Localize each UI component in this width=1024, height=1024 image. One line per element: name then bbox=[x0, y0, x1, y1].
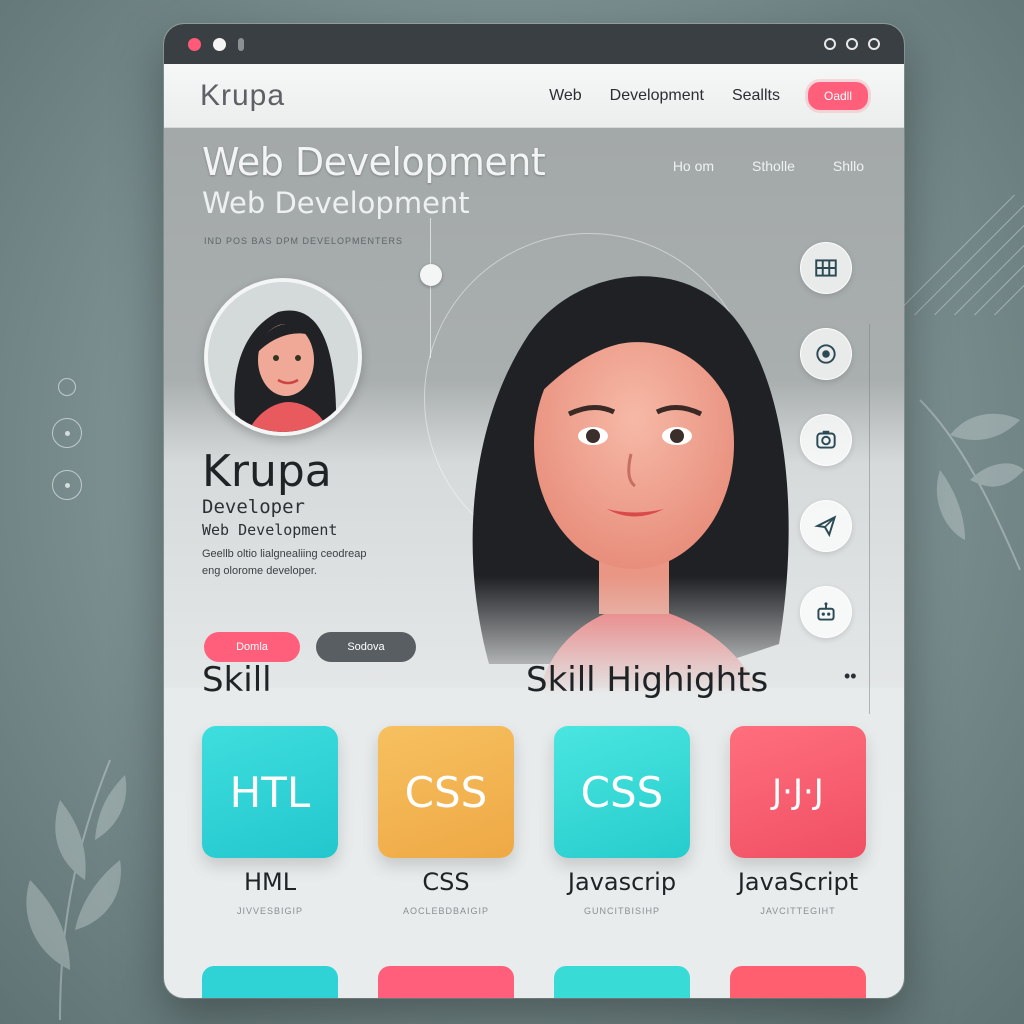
primary-button[interactable]: Domla bbox=[204, 632, 300, 662]
brand-logo[interactable]: Krupa bbox=[200, 79, 549, 113]
background-dots bbox=[52, 378, 82, 500]
skill-card-tile[interactable]: J·J·J bbox=[730, 726, 866, 858]
skill-card-label: CSS bbox=[422, 868, 470, 896]
top-navbar: Krupa Web Development Seallts Oadll bbox=[164, 64, 904, 128]
dot-decoration bbox=[52, 470, 82, 500]
title-bar bbox=[164, 24, 904, 64]
sublink-skills[interactable]: Stholle bbox=[752, 158, 795, 174]
profile-description: Geellb oltio lialgnealiing ceodreap eng … bbox=[202, 548, 367, 577]
hero-section: Web Development Web Development IND POS … bbox=[164, 128, 904, 714]
hero-subtitle: Web Development bbox=[202, 186, 470, 220]
skill-card-subtext: JAVCITTEGIHT bbox=[760, 906, 836, 916]
maximize-window-button[interactable] bbox=[238, 37, 244, 51]
nav-link-web[interactable]: Web bbox=[549, 87, 582, 105]
side-divider bbox=[869, 324, 870, 714]
skill-card-css: CSS CSS AOCLEBDBAIGIP bbox=[378, 726, 514, 916]
circle-control-icon[interactable] bbox=[868, 38, 880, 50]
skill-card-partial[interactable] bbox=[378, 966, 514, 998]
window-lights bbox=[188, 37, 244, 51]
circle-control-icon[interactable] bbox=[824, 38, 836, 50]
skill-card-tile[interactable]: CSS bbox=[378, 726, 514, 858]
send-icon[interactable] bbox=[800, 500, 852, 552]
sublink-shop[interactable]: Shllo bbox=[833, 158, 864, 174]
skill-card-subtext: JIVVESBIGIP bbox=[236, 906, 304, 916]
dot-decoration bbox=[52, 418, 82, 448]
hero-dot-decoration bbox=[420, 264, 442, 286]
skill-card-subtext: AOCLEBDBAIGIP bbox=[402, 906, 490, 916]
side-icon-bar bbox=[800, 242, 852, 638]
browser-window: Krupa Web Development Seallts Oadll Web … bbox=[164, 24, 904, 998]
grid-icon[interactable] bbox=[800, 242, 852, 294]
hero-title: Web Development bbox=[202, 140, 546, 184]
profile-role: Developer bbox=[202, 496, 305, 518]
secondary-button[interactable]: Sodova bbox=[316, 632, 416, 662]
close-window-button[interactable] bbox=[188, 37, 201, 51]
skill-card-partial[interactable] bbox=[202, 966, 338, 998]
sublink-home[interactable]: Ho om bbox=[673, 158, 714, 174]
skills-title: Skill Highights bbox=[526, 660, 769, 700]
leaf-decoration-left bbox=[26, 759, 127, 1020]
nav-link-development[interactable]: Development bbox=[610, 87, 704, 105]
skill-card-javascript: J·J·J JavaScript JAVCITTEGIHT bbox=[730, 726, 866, 916]
skill-card-label: HML bbox=[243, 868, 297, 896]
robot-icon[interactable] bbox=[800, 586, 852, 638]
skills-more-icon[interactable]: •• bbox=[844, 666, 857, 687]
profile-field: Web Development bbox=[202, 521, 338, 539]
skill-card-label: JavaScript bbox=[737, 868, 859, 896]
nav-link-skills[interactable]: Seallts bbox=[732, 87, 780, 105]
circle-control-icon[interactable] bbox=[846, 38, 858, 50]
portrait-illustration bbox=[472, 276, 789, 694]
skill-card-css-2: CSS Javascrip GUNCITBISIHP bbox=[554, 726, 690, 916]
nav-cta-button[interactable]: Oadll bbox=[807, 81, 868, 110]
diagonal-lines-decoration bbox=[904, 195, 1024, 315]
avatar[interactable] bbox=[204, 278, 362, 436]
avatar-image bbox=[208, 282, 358, 432]
record-icon[interactable] bbox=[800, 328, 852, 380]
profile-name: Krupa bbox=[202, 446, 332, 497]
hero-small-text: IND POS BAS DPM DEVELOPMENTERS bbox=[204, 236, 404, 246]
hero-sublinks: Ho om Stholle Shllo bbox=[673, 158, 864, 174]
camera-icon[interactable] bbox=[800, 414, 852, 466]
skill-card-partial[interactable] bbox=[554, 966, 690, 998]
nav-links: Web Development Seallts Oadll bbox=[549, 81, 868, 110]
skill-cards: HTL HML JIVVESBIGIP CSS CSS AOCLEBDBAIGI… bbox=[202, 726, 866, 916]
skill-card-tile[interactable]: HTL bbox=[202, 726, 338, 858]
skill-card-tile[interactable]: CSS bbox=[554, 726, 690, 858]
dot-decoration bbox=[58, 378, 76, 396]
skill-card-subtext: GUNCITBISIHP bbox=[583, 906, 660, 916]
skills-heading: Skill bbox=[202, 660, 272, 700]
minimize-window-button[interactable] bbox=[213, 37, 226, 51]
skill-cards-row-2 bbox=[202, 966, 866, 998]
window-controls bbox=[824, 38, 880, 50]
skill-card-partial[interactable] bbox=[730, 966, 866, 998]
skill-card-label: Javascrip bbox=[567, 868, 677, 896]
skill-card-html: HTL HML JIVVESBIGIP bbox=[202, 726, 338, 916]
leaf-decoration-right bbox=[919, 399, 1024, 571]
